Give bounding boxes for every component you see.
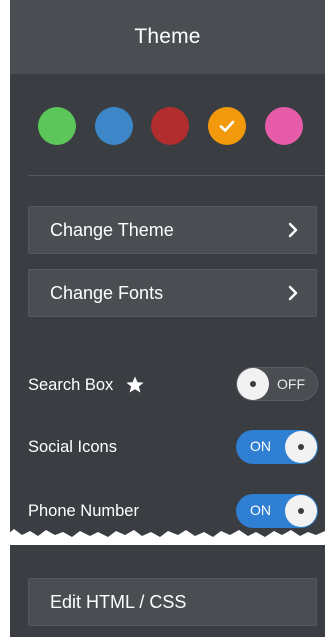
swatch-green[interactable] — [38, 107, 76, 145]
change-fonts-label: Change Fonts — [50, 282, 164, 303]
swatch-red[interactable] — [151, 107, 189, 145]
swatch-pink[interactable] — [265, 107, 303, 145]
color-swatches — [10, 107, 325, 147]
change-fonts-button[interactable]: Change Fonts — [28, 269, 317, 317]
toggle-knob — [285, 431, 317, 463]
divider — [28, 175, 325, 176]
search-box-row: Search Box OFF — [28, 367, 325, 403]
panel-header: Theme — [10, 0, 325, 74]
toggle-state: OFF — [277, 376, 305, 392]
social-icons-label-group: Social Icons — [28, 438, 117, 457]
swatch-blue[interactable] — [95, 107, 133, 145]
edit-html-css-label: Edit HTML / CSS — [50, 591, 187, 612]
toggle-knob — [237, 368, 269, 400]
social-icons-label: Social Icons — [28, 438, 117, 456]
change-theme-label: Change Theme — [50, 219, 174, 240]
chevron-right-icon — [288, 222, 298, 238]
change-theme-button[interactable]: Change Theme — [28, 206, 317, 254]
star-icon — [126, 376, 144, 393]
chevron-right-icon — [288, 285, 298, 301]
phone-number-label-group: Phone Number — [28, 502, 139, 521]
toggle-state: ON — [250, 438, 271, 454]
social-icons-row: Social Icons ON — [28, 430, 325, 466]
search-box-label: Search Box — [28, 375, 114, 394]
bottom-panel: Edit HTML / CSS — [10, 545, 325, 637]
panel-title: Theme — [134, 25, 201, 48]
swatch-orange[interactable] — [208, 107, 246, 145]
phone-number-label: Phone Number — [28, 502, 139, 520]
search-box-toggle[interactable]: OFF — [236, 367, 318, 401]
search-box-label-group: Search Box — [28, 375, 145, 395]
social-icons-toggle[interactable]: ON — [236, 430, 318, 464]
toggle-state: ON — [250, 502, 271, 518]
edit-html-css-button[interactable]: Edit HTML / CSS — [28, 578, 317, 626]
check-icon — [219, 120, 235, 132]
